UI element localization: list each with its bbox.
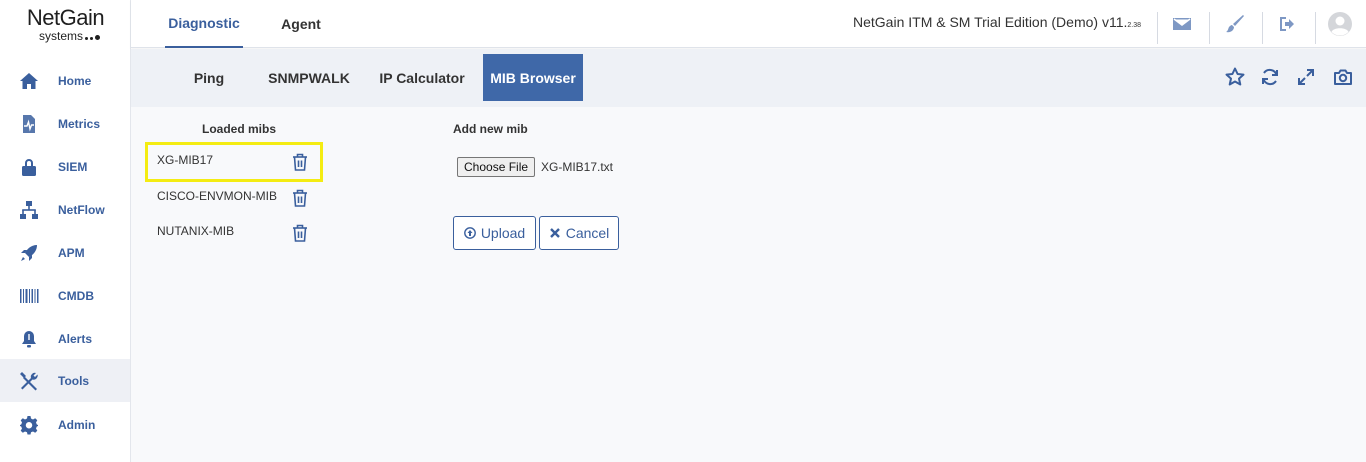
tab-mib-browser[interactable]: MIB Browser (483, 54, 583, 101)
sidebar-item-label: SIEM (58, 159, 88, 174)
sidebar-item-label: CMDB (58, 288, 94, 303)
sidebar-item-cmdb[interactable]: CMDB (0, 274, 130, 317)
network-icon (0, 200, 58, 220)
sub-navigation: Ping SNMPWALK IP Calculator MIB Browser (131, 49, 1366, 107)
lock-icon (0, 157, 58, 177)
mib-name: XG-MIB17 (157, 153, 214, 167)
camera-icon[interactable] (1331, 65, 1355, 89)
divider (1209, 12, 1210, 44)
sidebar-item-siem[interactable]: SIEM (0, 145, 130, 188)
close-icon (549, 227, 561, 239)
mib-browser-content: Loaded mibs Add new mib XG-MIB17 CISCO-E… (131, 107, 1366, 462)
sidebar-item-admin[interactable]: Admin (0, 403, 130, 446)
sidebar-item-alerts[interactable]: Alerts (0, 317, 130, 360)
edition-version-minor: 2.38 (1127, 22, 1141, 29)
sidebar-item-label: Home (58, 73, 92, 88)
divider (1157, 12, 1158, 44)
sidebar-item-netflow[interactable]: NetFlow (0, 188, 130, 231)
refresh-icon[interactable] (1258, 65, 1282, 89)
tools-icon (0, 371, 58, 391)
tab-ip-calculator[interactable]: IP Calculator (376, 54, 468, 101)
sidebar-item-metrics[interactable]: Metrics (0, 102, 130, 145)
edition-label: NetGain ITM & SM Trial Edition (Demo) v1… (853, 14, 1141, 30)
home-icon (0, 71, 58, 91)
loaded-mibs-heading: Loaded mibs (202, 122, 277, 136)
app-root: NetGain systems Home Metrics SIEM NetFlo… (0, 0, 1366, 462)
metrics-icon (0, 114, 58, 134)
tab-ping[interactable]: Ping (183, 54, 235, 101)
mail-icon[interactable] (1170, 12, 1194, 36)
trash-icon[interactable] (291, 188, 309, 208)
brush-icon[interactable] (1223, 12, 1247, 36)
upload-icon (463, 227, 476, 239)
sidebar-item-label: Metrics (58, 116, 101, 131)
gear-icon (0, 415, 58, 435)
mib-row: NUTANIX-MIB (148, 216, 320, 250)
bell-icon (0, 329, 58, 349)
rocket-icon (0, 243, 58, 263)
cancel-label: Cancel (565, 225, 610, 241)
sidebar-item-label: APM (58, 245, 85, 260)
star-icon[interactable] (1223, 65, 1247, 89)
top-bar: Diagnostic Agent NetGain ITM & SM Trial … (131, 0, 1366, 48)
logo-brand: NetGain (26, 5, 105, 30)
trash-icon[interactable] (291, 152, 309, 172)
cancel-button[interactable]: Cancel (539, 216, 619, 250)
sidebar-item-label: NetFlow (58, 202, 105, 217)
sidebar-item-tools[interactable]: Tools (0, 359, 130, 402)
logo-sub: systems (10, 30, 131, 43)
user-avatar-icon[interactable] (1328, 12, 1352, 36)
tab-snmpwalk[interactable]: SNMPWALK (264, 54, 354, 101)
sidebar-item-apm[interactable]: APM (0, 231, 130, 274)
sidebar-item-label: Alerts (58, 331, 93, 346)
barcode-icon (0, 286, 58, 306)
sidebar-item-label: Tools (58, 373, 90, 388)
sidebar-item-home[interactable]: Home (0, 59, 130, 102)
logo-dots (85, 30, 102, 43)
sidebar-item-label: Admin (58, 417, 96, 432)
tab-diagnostic[interactable]: Diagnostic (165, 0, 243, 48)
expand-icon[interactable] (1294, 65, 1318, 89)
upload-button[interactable]: Upload (453, 216, 536, 250)
edition-text: NetGain ITM & SM Trial Edition (Demo) v1… (853, 14, 1128, 30)
divider (1262, 12, 1263, 44)
trash-icon[interactable] (291, 223, 309, 243)
tab-agent[interactable]: Agent (271, 0, 331, 48)
choose-file-button[interactable]: Choose File (457, 157, 536, 177)
mib-name: CISCO-ENVMON-MIB (157, 189, 277, 203)
logout-icon[interactable] (1276, 12, 1300, 36)
add-mib-heading: Add new mib (453, 122, 528, 136)
sidebar: NetGain systems Home Metrics SIEM NetFlo… (0, 0, 131, 462)
selected-file-name: XG-MIB17.txt (541, 160, 614, 174)
mib-row-highlighted: XG-MIB17 (145, 142, 323, 182)
mib-name: NUTANIX-MIB (157, 224, 235, 238)
upload-label: Upload (480, 225, 526, 241)
divider (1315, 12, 1316, 44)
netgain-logo[interactable]: NetGain systems (0, 6, 131, 43)
logo-sub-text: systems (38, 29, 83, 43)
mib-row: CISCO-ENVMON-MIB (148, 181, 320, 215)
